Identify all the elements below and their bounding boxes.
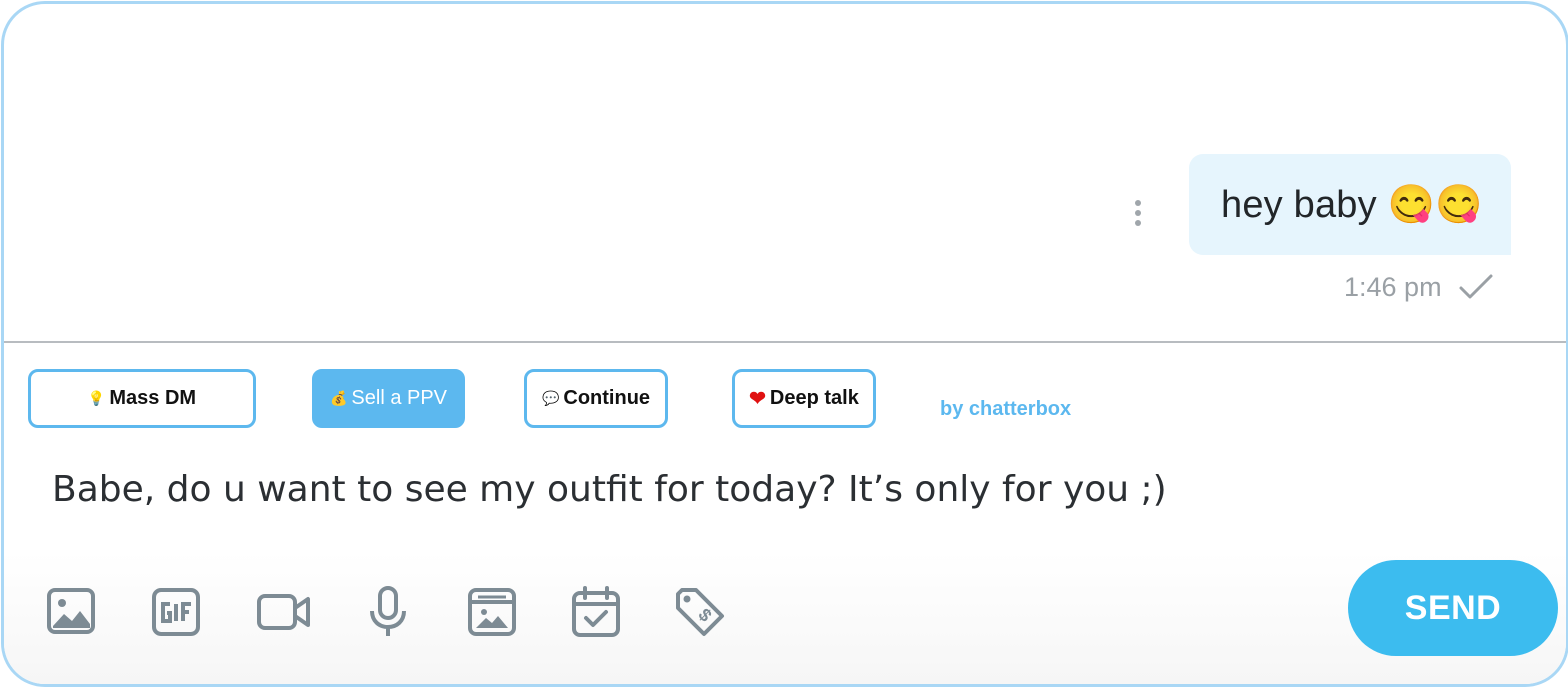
lightbulb-icon: 💡 [87, 390, 106, 406]
more-vertical-icon[interactable] [1130, 200, 1146, 230]
divider [4, 341, 1566, 343]
continue-button[interactable]: 💬 Continue [524, 369, 668, 428]
message-area: hey baby 😋😋 1:46 pm [4, 4, 1566, 341]
microphone-icon[interactable] [358, 582, 418, 642]
message-text: hey baby 😋😋 [1221, 183, 1483, 226]
deep-talk-button[interactable]: ❤ Deep talk [732, 369, 876, 428]
message-meta: 1:46 pm [1344, 270, 1494, 304]
mass-dm-button[interactable]: 💡 Mass DM [28, 369, 256, 428]
gif-icon[interactable] [146, 582, 206, 642]
message-bubble[interactable]: hey baby 😋😋 [1189, 154, 1511, 255]
video-icon[interactable] [254, 582, 314, 642]
message-input[interactable] [52, 459, 1452, 519]
price-tag-icon[interactable]: $ [670, 582, 730, 642]
media-vault-icon[interactable] [462, 582, 522, 642]
brand-credit: by chatterbox [940, 398, 1072, 420]
heart-icon: ❤ [749, 388, 766, 410]
send-button[interactable]: SEND [1348, 560, 1558, 656]
schedule-calendar-icon[interactable] [566, 582, 626, 642]
svg-text:$: $ [694, 604, 715, 625]
money-bag-icon: 💰 [329, 390, 348, 406]
toolbar [4, 552, 1566, 684]
speech-bubble-icon: 💬 [541, 390, 560, 406]
checkmark-icon [1459, 274, 1493, 299]
image-icon[interactable] [42, 582, 102, 642]
chip-label: Deep talk [769, 387, 859, 409]
chat-panel: hey baby 😋😋 1:46 pm 💡 Mass DM 💰 Sell a P… [1, 1, 1568, 687]
chip-label: Mass DM [109, 387, 197, 409]
chip-label: Sell a PPV [351, 387, 448, 409]
sell-ppv-button[interactable]: 💰 Sell a PPV [312, 369, 465, 428]
message-time: 1:46 pm [1344, 271, 1442, 302]
chip-label: Continue [563, 387, 651, 409]
